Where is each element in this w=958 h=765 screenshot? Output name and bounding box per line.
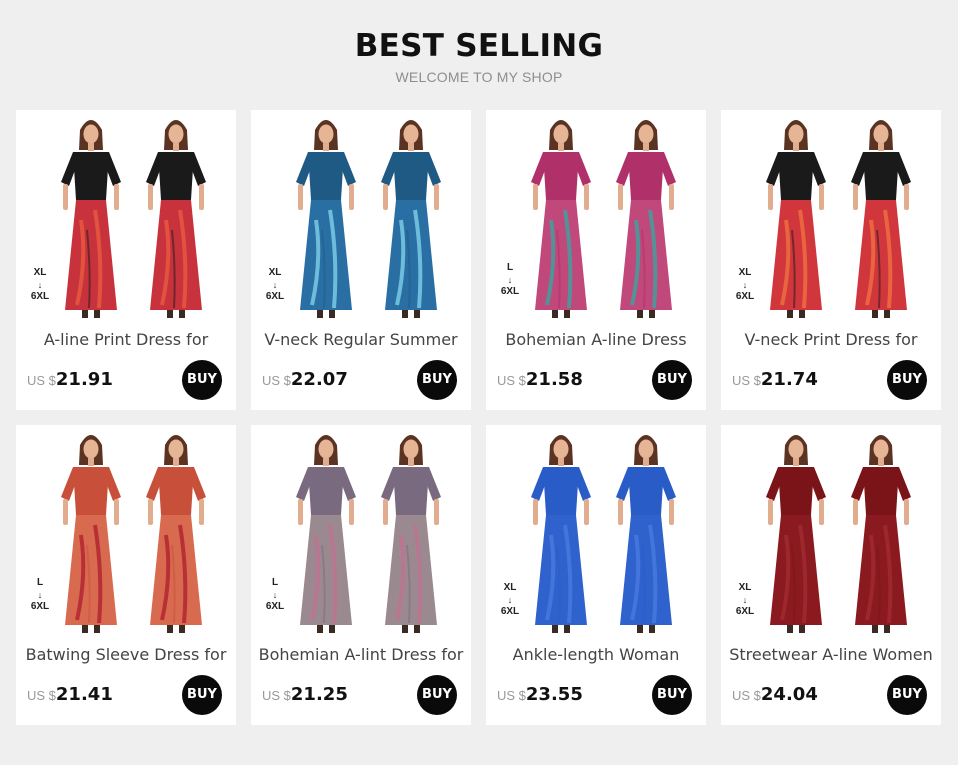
buy-button[interactable]: BUY: [182, 360, 222, 400]
size-from: L: [271, 577, 279, 588]
currency-label: US $: [262, 688, 291, 703]
currency-label: US $: [27, 373, 56, 388]
down-arrow-icon: ↓: [272, 590, 278, 600]
product-price: US $21.25: [262, 684, 348, 705]
price-amount: 21.25: [290, 684, 348, 705]
size-from: XL: [738, 267, 752, 278]
product-price: US $23.55: [497, 684, 583, 705]
size-from: XL: [268, 267, 282, 278]
price-amount: 22.07: [290, 369, 348, 390]
size-range-badge: L ↓ 6XL: [260, 577, 290, 613]
product-name[interactable]: Ankle-length Woman: [486, 645, 706, 664]
size-from: L: [36, 577, 44, 588]
product-card[interactable]: L ↓ 6XL Bohemian A-lint Dress for US $21.2…: [251, 425, 471, 725]
currency-label: US $: [27, 688, 56, 703]
buy-button[interactable]: BUY: [182, 675, 222, 715]
size-to: 6XL: [735, 606, 755, 617]
down-arrow-icon: ↓: [37, 280, 43, 290]
size-range-badge: XL ↓ 6XL: [730, 582, 760, 618]
currency-label: US $: [262, 373, 291, 388]
product-card[interactable]: XL ↓ 6XL Streetwear A-line Women US $24.04…: [721, 425, 941, 725]
down-arrow-icon: ↓: [37, 590, 43, 600]
size-to: 6XL: [30, 601, 50, 612]
product-grid: XL ↓ 6XL A-line Print Dress for US $21.91 B…: [0, 0, 958, 765]
product-price: US $21.91: [27, 369, 113, 390]
product-price: US $21.74: [732, 369, 818, 390]
currency-label: US $: [497, 373, 526, 388]
size-range-badge: L ↓ 6XL: [495, 262, 525, 298]
down-arrow-icon: ↓: [742, 280, 748, 290]
price-amount: 23.55: [525, 684, 583, 705]
buy-button[interactable]: BUY: [417, 675, 457, 715]
size-to: 6XL: [735, 291, 755, 302]
product-name[interactable]: V-neck Regular Summer: [251, 330, 471, 349]
currency-label: US $: [732, 688, 761, 703]
product-card[interactable]: L ↓ 6XL Bohemian A-line Dress US $21.58 BUY: [486, 110, 706, 410]
product-card[interactable]: L ↓ 6XL Batwing Sleeve Dress for US $21.41…: [16, 425, 236, 725]
size-from: L: [506, 262, 514, 273]
size-to: 6XL: [265, 291, 285, 302]
buy-button[interactable]: BUY: [652, 675, 692, 715]
size-to: 6XL: [500, 286, 520, 297]
size-range-badge: L ↓ 6XL: [25, 577, 55, 613]
product-card[interactable]: XL ↓ 6XL A-line Print Dress for US $21.91 B…: [16, 110, 236, 410]
down-arrow-icon: ↓: [507, 595, 513, 605]
product-price: US $22.07: [262, 369, 348, 390]
size-to: 6XL: [500, 606, 520, 617]
buy-button[interactable]: BUY: [887, 360, 927, 400]
product-price: US $21.58: [497, 369, 583, 390]
size-range-badge: XL ↓ 6XL: [730, 267, 760, 303]
price-amount: 21.74: [760, 369, 818, 390]
currency-label: US $: [497, 688, 526, 703]
buy-button[interactable]: BUY: [887, 675, 927, 715]
price-amount: 21.41: [55, 684, 113, 705]
product-card[interactable]: XL ↓ 6XL V-neck Regular Summer US $22.07 BU…: [251, 110, 471, 410]
buy-button[interactable]: BUY: [417, 360, 457, 400]
price-amount: 24.04: [760, 684, 818, 705]
size-from: XL: [33, 267, 47, 278]
size-to: 6XL: [30, 291, 50, 302]
price-amount: 21.91: [55, 369, 113, 390]
currency-label: US $: [732, 373, 761, 388]
product-name[interactable]: Streetwear A-line Women: [721, 645, 941, 664]
down-arrow-icon: ↓: [272, 280, 278, 290]
product-price: US $21.41: [27, 684, 113, 705]
down-arrow-icon: ↓: [742, 595, 748, 605]
size-from: XL: [503, 582, 517, 593]
product-name[interactable]: Bohemian A-line Dress: [486, 330, 706, 349]
product-card[interactable]: XL ↓ 6XL V-neck Print Dress for US $21.74 B…: [721, 110, 941, 410]
size-range-badge: XL ↓ 6XL: [495, 582, 525, 618]
product-name[interactable]: Bohemian A-lint Dress for: [251, 645, 471, 664]
product-price: US $24.04: [732, 684, 818, 705]
size-range-badge: XL ↓ 6XL: [25, 267, 55, 303]
size-from: XL: [738, 582, 752, 593]
price-amount: 21.58: [525, 369, 583, 390]
size-range-badge: XL ↓ 6XL: [260, 267, 290, 303]
down-arrow-icon: ↓: [507, 275, 513, 285]
product-name[interactable]: Batwing Sleeve Dress for: [16, 645, 236, 664]
size-to: 6XL: [265, 601, 285, 612]
product-name[interactable]: V-neck Print Dress for: [721, 330, 941, 349]
product-name[interactable]: A-line Print Dress for: [16, 330, 236, 349]
product-card[interactable]: XL ↓ 6XL Ankle-length Woman US $23.55 BUY: [486, 425, 706, 725]
buy-button[interactable]: BUY: [652, 360, 692, 400]
